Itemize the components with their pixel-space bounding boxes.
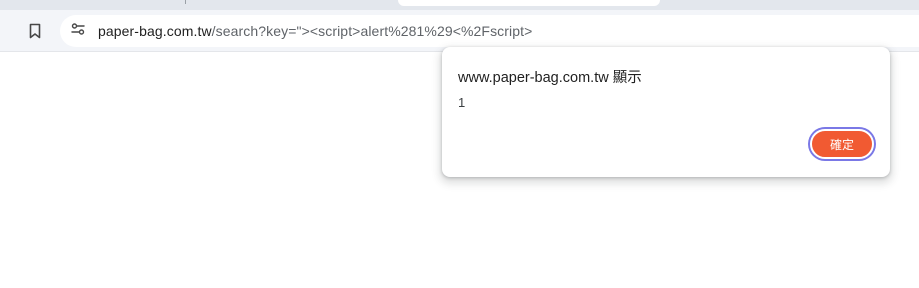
site-info-button[interactable]	[67, 20, 89, 42]
tab-strip	[0, 0, 919, 10]
dialog-message: 1	[458, 95, 466, 110]
alert-dialog: www.paper-bag.com.tw 顯示 1 確定	[442, 47, 890, 177]
ok-button[interactable]: 確定	[810, 129, 874, 159]
bookmark-icon	[28, 23, 42, 44]
address-bar[interactable]: paper-bag.com.tw/search?key="><script>al…	[60, 15, 919, 47]
tab-divider	[185, 0, 186, 4]
url-text[interactable]: paper-bag.com.tw/search?key="><script>al…	[98, 22, 532, 40]
tune-icon	[70, 21, 86, 42]
active-tab[interactable]	[398, 0, 660, 6]
url-path: /search?key="><script>alert%281%29<%2Fsc…	[211, 23, 533, 39]
bookmark-button[interactable]	[20, 18, 50, 48]
browser-toolbar: paper-bag.com.tw/search?key="><script>al…	[0, 10, 919, 52]
url-host: paper-bag.com.tw	[98, 23, 212, 39]
dialog-title: www.paper-bag.com.tw 顯示	[458, 70, 642, 86]
